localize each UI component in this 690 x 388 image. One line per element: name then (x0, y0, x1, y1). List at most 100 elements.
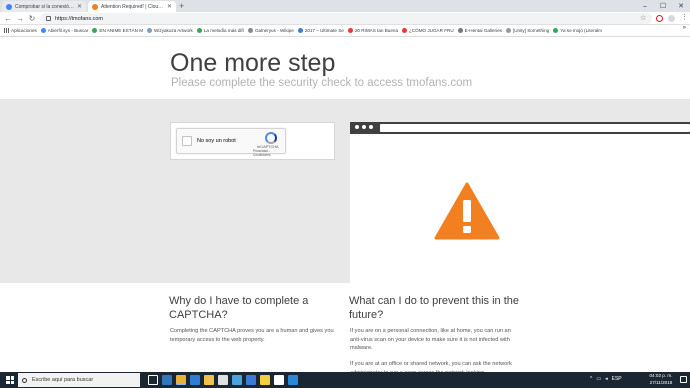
bookmark-item[interactable]: 20 RIMAS tan Buena (347, 28, 398, 33)
notifications-icon[interactable] (680, 376, 687, 383)
close-window-button[interactable]: ✕ (672, 0, 690, 12)
browser-toolbar: ← → ↻ https://tmofans.com ☆ ⋮ (0, 12, 690, 25)
site-icon (457, 28, 463, 33)
bookmark-label: EN ANIME ESTÁN M (99, 28, 144, 33)
site-icon (147, 28, 153, 33)
lock-icon (46, 16, 51, 21)
store-icon[interactable] (190, 375, 200, 385)
bookmark-item[interactable]: Galneryus - Wikipe (247, 28, 294, 33)
apps-icon (4, 28, 9, 33)
warning-icon (434, 182, 500, 240)
illustration-titlebar (350, 122, 690, 134)
recaptcha-terms-link[interactable]: Privacidad - Condiciones (253, 149, 285, 157)
bookmark-label: Abierfil.sys - Buscar (47, 28, 89, 33)
faq-answer-prevent-2: If you are at an office or shared networ… (350, 361, 512, 372)
recaptcha-checkbox[interactable] (182, 136, 192, 146)
clock-time: 04:02 p. m. (649, 373, 673, 378)
tab-title: Comprobar si la conexión de un (15, 3, 75, 10)
volume-icon[interactable]: ◂ (605, 376, 608, 382)
media-icon[interactable] (218, 375, 228, 385)
new-tab-button[interactable]: + (179, 1, 184, 11)
bookmark-item[interactable]: EN ANIME ESTÁN M (92, 28, 143, 33)
close-tab-icon[interactable]: ✕ (167, 3, 172, 10)
bookmark-label: 2017 – Ultimate Se (304, 28, 344, 33)
hero-header: One more step Please complete the securi… (0, 37, 690, 100)
game-icon[interactable] (246, 375, 256, 385)
captcha-card: No soy un robot reCAPTCHA Privacidad - C… (170, 122, 335, 160)
site-icon (347, 28, 353, 33)
bookmark-star-icon[interactable]: ☆ (640, 14, 646, 22)
bookmark-item[interactable]: 2017 – Ultimate Se (297, 28, 344, 33)
taskbar-search[interactable]: Escribe aquí para buscar (18, 373, 140, 387)
system-tray: ^ ▭ ◂ ESP (590, 376, 622, 382)
reload-button[interactable]: ↻ (27, 13, 37, 24)
bookmark-label: [Unity] Something (512, 28, 550, 33)
profile-avatar[interactable] (668, 15, 675, 22)
url-text: https://tmofans.com (55, 15, 103, 22)
site-icon (505, 28, 511, 33)
faq-answer-why: Completing the CAPTCHA proves you are a … (170, 328, 334, 343)
task-view-icon[interactable] (148, 375, 158, 385)
site-icon (553, 28, 559, 33)
site-icon (92, 28, 98, 33)
faq-question-why: Why do I have to complete a CAPTCHA? (169, 295, 309, 321)
google-icon (6, 3, 12, 10)
minimize-button[interactable]: – (636, 0, 654, 12)
bookmark-label: Wizyakuza Artwork (154, 28, 193, 33)
illustration-dots (355, 125, 373, 129)
clock-date: 27/11/2018 (649, 379, 673, 385)
maximize-button[interactable]: ☐ (654, 0, 672, 12)
tab-cloudflare[interactable]: Attention Required! | Cloudflare ✕ (88, 1, 176, 12)
explorer-icon[interactable] (204, 375, 214, 385)
close-tab-icon[interactable]: ✕ (77, 3, 82, 10)
site-icon (247, 28, 253, 33)
windows-start-icon[interactable] (6, 376, 14, 384)
language-indicator[interactable]: ESP (612, 376, 622, 382)
bookmark-item[interactable]: Wizyakuza Artwork (147, 28, 193, 33)
bookmark-item[interactable]: E-Hentai Galleries (457, 28, 502, 33)
gallery-icon[interactable] (232, 375, 242, 385)
edge-icon[interactable] (162, 375, 172, 385)
search-icon (22, 377, 27, 383)
clock[interactable]: 04:02 p. m. 27/11/2018 (646, 373, 676, 386)
sticky-icon[interactable] (260, 375, 270, 385)
page-subtitle: Please complete the security check to ac… (171, 77, 473, 89)
faq-section: Why do I have to complete a CAPTCHA? Com… (0, 283, 690, 372)
page-content: One more step Please complete the securi… (0, 37, 690, 372)
bookmark-label: ¿CÓMO JUGAR FRU (409, 28, 454, 33)
recaptcha-logo-icon (265, 132, 277, 144)
network-icon[interactable]: ▭ (596, 376, 601, 382)
recaptcha-label: No soy un robot (197, 138, 236, 144)
bookmark-label: Ya se mojó (Literalm (560, 28, 603, 33)
bookmark-label: E-Hentai Galleries (464, 28, 502, 33)
bookmark-label: 20 RIMAS tan Buena (354, 28, 398, 33)
address-bar[interactable]: https://tmofans.com (40, 13, 652, 24)
chevron-up-icon[interactable]: ^ (590, 376, 592, 382)
opera-extension-icon[interactable] (656, 15, 663, 22)
search-placeholder: Escribe aquí para buscar (32, 377, 94, 383)
menu-icon[interactable]: ⋮ (681, 13, 688, 21)
tab-title: Attention Required! | Cloudflare (101, 3, 165, 10)
site-icon (297, 28, 303, 33)
windows-taskbar: Escribe aquí para buscar ^ ▭ ◂ ESP 04:02… (0, 372, 690, 388)
bookmark-item[interactable]: Aplicaciones (4, 28, 37, 33)
bookmark-item[interactable]: Abierfil.sys - Buscar (40, 28, 89, 33)
site-icon (196, 28, 202, 33)
site-icon (402, 28, 407, 33)
chrome-icon[interactable] (176, 375, 186, 385)
bookmarks-more[interactable]: » (683, 25, 686, 31)
page-title: One more step (170, 49, 336, 77)
bookmark-item[interactable]: ¿CÓMO JUGAR FRU (402, 28, 454, 33)
bookmark-item[interactable]: La melodía más difí (196, 28, 244, 33)
bookmark-label: La melodía más difí (203, 28, 244, 33)
back-button[interactable]: ← (3, 13, 13, 24)
bookmarks-bar: Aplicaciones Abierfil.sys - Buscar EN ANIM… (0, 25, 690, 37)
faq-answer-prevent-1: If you are on a personal connection, lik… (350, 328, 511, 351)
app-icon[interactable] (274, 375, 284, 385)
mail-icon[interactable] (288, 375, 298, 385)
bookmark-item[interactable]: Ya se mojó (Literalm (553, 28, 602, 33)
forward-button[interactable]: → (15, 13, 25, 24)
tab-bar: Comprobar si la conexión de un ✕ Attenti… (0, 0, 690, 12)
tab-comprobar[interactable]: Comprobar si la conexión de un ✕ (2, 1, 86, 12)
bookmark-item[interactable]: [Unity] Something (505, 28, 550, 33)
